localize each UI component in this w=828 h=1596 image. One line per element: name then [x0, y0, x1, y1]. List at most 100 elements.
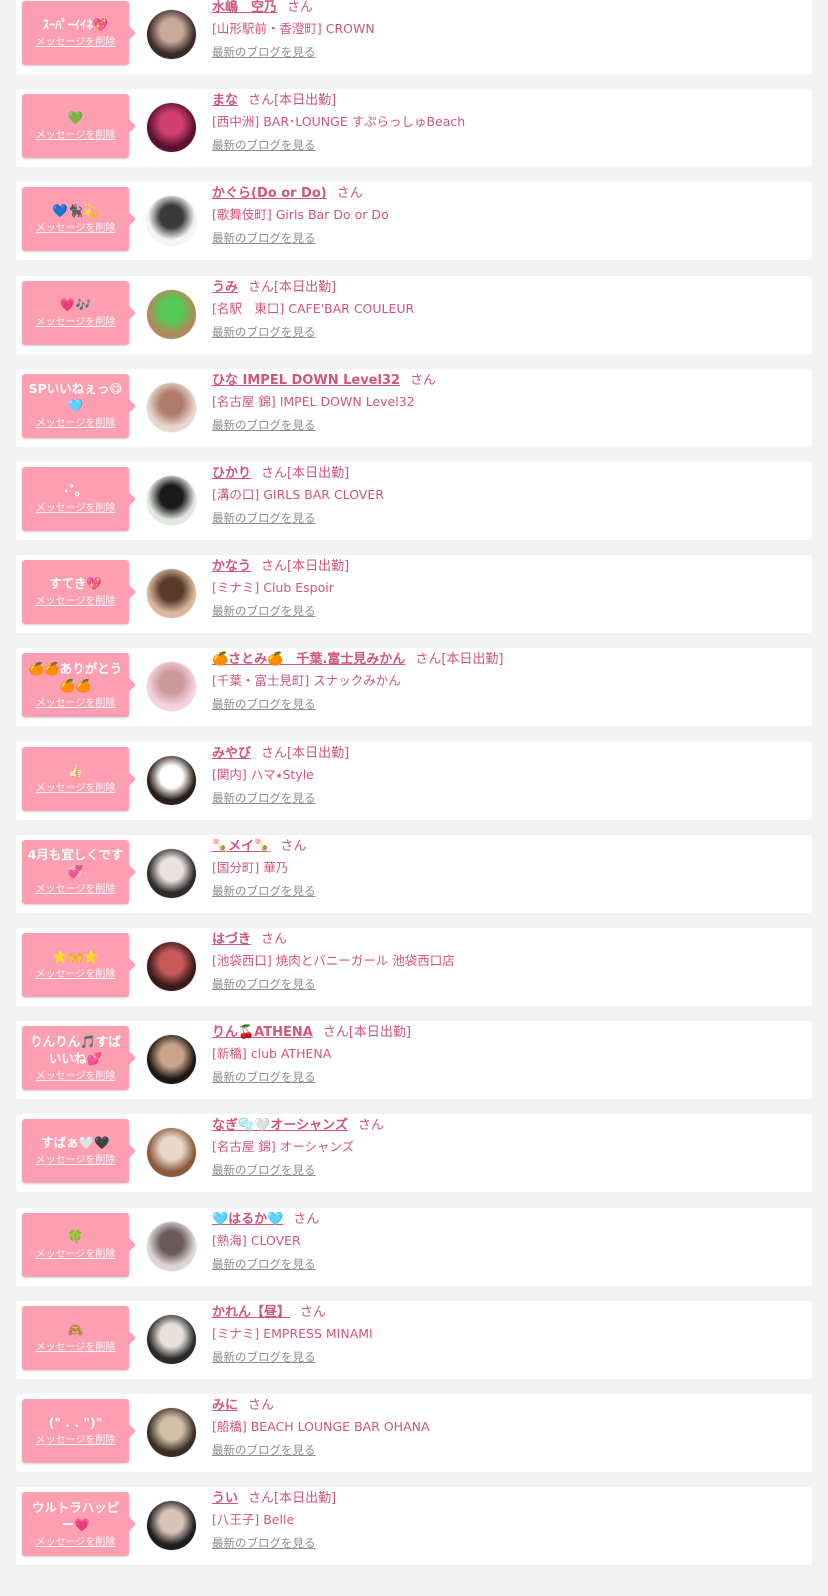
honorific: さん [322, 1025, 349, 1041]
honorific: さん [261, 559, 288, 575]
message-card: ⭐️🙌⭐️ メッセージを削除 はづき さん [池袋西口] 焼肉とバニーガール 池袋… [16, 928, 812, 1006]
delete-message-link[interactable]: メッセージを削除 [26, 417, 125, 431]
latest-blog-link[interactable]: 最新のブログを見る [212, 789, 316, 807]
latest-blog-link[interactable]: 最新のブログを見る [212, 1161, 316, 1179]
latest-blog-link[interactable]: 最新のブログを見る [212, 602, 316, 620]
avatar[interactable] [147, 942, 196, 991]
message-bubble: 🙈 メッセージを削除 [22, 1305, 136, 1370]
sender-name-link[interactable]: うい [212, 1491, 238, 1506]
sender-name-link[interactable]: かれん【昼】 [212, 1305, 290, 1320]
delete-message-link[interactable]: メッセージを削除 [26, 1536, 125, 1550]
sender-name-link[interactable]: 🩵はるか🩵 [212, 1212, 283, 1227]
latest-blog-link[interactable]: 最新のブログを見る [212, 136, 316, 154]
latest-blog-link[interactable]: 最新のブログを見る [212, 1068, 316, 1086]
message-bubble: (" . . ")" メッセージを削除 [22, 1399, 136, 1463]
delete-message-link[interactable]: メッセージを削除 [26, 222, 125, 236]
avatar[interactable] [147, 1408, 196, 1457]
sender-name-link[interactable]: まな [212, 93, 238, 108]
avatar[interactable] [147, 196, 196, 246]
avatar[interactable] [147, 1035, 196, 1085]
sender-name-link[interactable]: うみ [212, 280, 238, 295]
sender-name-link[interactable]: ひかり [212, 466, 251, 481]
message-card: 🍀 メッセージを削除 🩵はるか🩵 さん [熱海] CLOVER 最新のブログを見る [16, 1207, 812, 1286]
message-text: 4月も宜しくです💞 [27, 847, 124, 880]
delete-message-link[interactable]: メッセージを削除 [26, 1248, 125, 1262]
message-bubble: 🍊🍊ありがとう🍊🍊 メッセージを削除 [22, 653, 136, 718]
avatar[interactable] [147, 1221, 196, 1271]
avatar[interactable] [147, 382, 196, 432]
delete-message-link[interactable]: メッセージを削除 [26, 883, 125, 897]
work-status: [本日出勤] [287, 745, 350, 761]
sender-name-link[interactable]: かぐら(Do or Do) [212, 186, 327, 201]
latest-blog-link[interactable]: 最新のブログを見る [212, 1348, 316, 1366]
sender-info: ひな IMPEL DOWN Level32 さん [名古屋 錦] IMPEL DO… [212, 372, 804, 434]
sender-name-link[interactable]: りん🍒ATHENA [212, 1025, 313, 1040]
message-card: ｽｰﾊﾟｰｲｲﾈ💖 メッセージを削除 水嶋 空乃 さん [山形駅前・香澄町] CR… [16, 0, 812, 74]
message-bubble: ·˚。 メッセージを削除 [22, 467, 136, 531]
sender-name-link[interactable]: 水嶋 空乃 [212, 0, 277, 15]
message-text: ｽｰﾊﾟｰｲｲﾈ💖 [42, 17, 109, 32]
delete-message-link[interactable]: メッセージを削除 [26, 1341, 125, 1355]
latest-blog-link[interactable]: 最新のブログを見る [212, 229, 316, 247]
sender-line: ひかり さん[本日出勤] [212, 465, 804, 483]
avatar[interactable] [147, 755, 196, 805]
avatar[interactable] [147, 10, 196, 59]
avatar[interactable] [147, 1314, 196, 1364]
message-text: ウルトラハッピー💗 [31, 1499, 120, 1532]
delete-message-link[interactable]: メッセージを削除 [26, 782, 125, 796]
sender-name-link[interactable]: なぎ🫧🤍オーシャンズ [212, 1118, 348, 1133]
sender-name-link[interactable]: かなう [212, 559, 251, 574]
delete-message-link[interactable]: メッセージを削除 [26, 1434, 125, 1448]
message-text: 🙈 [67, 1321, 84, 1337]
latest-blog-link[interactable]: 最新のブログを見る [212, 509, 316, 527]
shop-name: [千葉・富士見町] スナックみかん [212, 673, 401, 689]
sender-name-link[interactable]: みやび [212, 746, 251, 761]
avatar[interactable] [147, 1501, 196, 1551]
sender-line: うみ さん[本日出勤] [212, 279, 804, 297]
sender-name-link[interactable]: 🍡メイ🍡 [212, 839, 270, 854]
message-bubble: SPいいねぇっ😋🩵 メッセージを削除 [22, 373, 136, 438]
avatar[interactable] [147, 289, 196, 339]
delete-message-link[interactable]: メッセージを削除 [26, 968, 125, 982]
avatar[interactable] [147, 848, 196, 898]
delete-message-link[interactable]: メッセージを削除 [26, 502, 125, 516]
delete-message-link[interactable]: メッセージを削除 [26, 1070, 125, 1084]
sender-line: りん🍒ATHENA さん[本日出勤] [212, 1024, 804, 1042]
sender-line: 水嶋 空乃 さん [212, 0, 804, 17]
latest-blog-link[interactable]: 最新のブログを見る [212, 323, 316, 341]
delete-message-link[interactable]: メッセージを削除 [26, 129, 125, 143]
shop-name: [八王子] Belle [212, 1512, 295, 1528]
avatar[interactable] [147, 1128, 196, 1178]
message-card: 💗🎶 メッセージを削除 うみ さん[本日出勤] [名駅 東口] CAFE'BAR … [16, 275, 812, 354]
avatar[interactable] [147, 569, 196, 619]
latest-blog-link[interactable]: 最新のブログを見る [212, 1441, 316, 1459]
latest-blog-link[interactable]: 最新のブログを見る [212, 416, 316, 434]
latest-blog-link[interactable]: 最新のブログを見る [212, 882, 316, 900]
delete-message-link[interactable]: メッセージを削除 [26, 36, 125, 50]
latest-blog-link[interactable]: 最新のブログを見る [212, 43, 316, 61]
message-bubble: ｽｰﾊﾟｰｲｲﾈ💖 メッセージを削除 [22, 1, 136, 65]
shop-name: [溝の口] GIRLS BAR CLOVER [212, 487, 384, 502]
message-text: (" . . ")" [48, 1415, 103, 1430]
latest-blog-link[interactable]: 最新のブログを見る [212, 695, 316, 713]
avatar[interactable] [147, 662, 196, 712]
honorific: さん [357, 1118, 384, 1134]
sender-name-link[interactable]: みに [212, 1398, 238, 1413]
message-card: 💚 メッセージを削除 まな さん[本日出勤] [西中洲] BAR･LOUNGE す… [16, 89, 812, 168]
latest-blog-link[interactable]: 最新のブログを見る [212, 975, 316, 993]
sender-name-link[interactable]: 🍊さとみ🍊 千葉.富士見みかん [212, 652, 405, 667]
avatar[interactable] [147, 103, 196, 153]
message-card: ウルトラハッピー💗 メッセージを削除 うい さん[本日出勤] [八王子] Bell… [16, 1487, 812, 1566]
honorific: さん [248, 1491, 275, 1507]
delete-message-link[interactable]: メッセージを削除 [26, 1154, 125, 1168]
sender-name-link[interactable]: ひな IMPEL DOWN Level32 [212, 373, 400, 388]
delete-message-link[interactable]: メッセージを削除 [26, 697, 125, 711]
latest-blog-link[interactable]: 最新のブログを見る [212, 1255, 316, 1273]
delete-message-link[interactable]: メッセージを削除 [26, 316, 125, 330]
sender-name-link[interactable]: はづき [212, 932, 251, 947]
message-card: すばぁ🤍🖤 メッセージを削除 なぎ🫧🤍オーシャンズ さん [名古屋 錦] オーシャ… [16, 1114, 812, 1193]
delete-message-link[interactable]: メッセージを削除 [26, 595, 125, 609]
avatar[interactable] [147, 476, 196, 525]
sender-info: みやび さん[本日出勤] [関内] ハマ⭑Style 最新のブログを見る [212, 745, 804, 807]
latest-blog-link[interactable]: 最新のブログを見る [212, 1534, 316, 1552]
